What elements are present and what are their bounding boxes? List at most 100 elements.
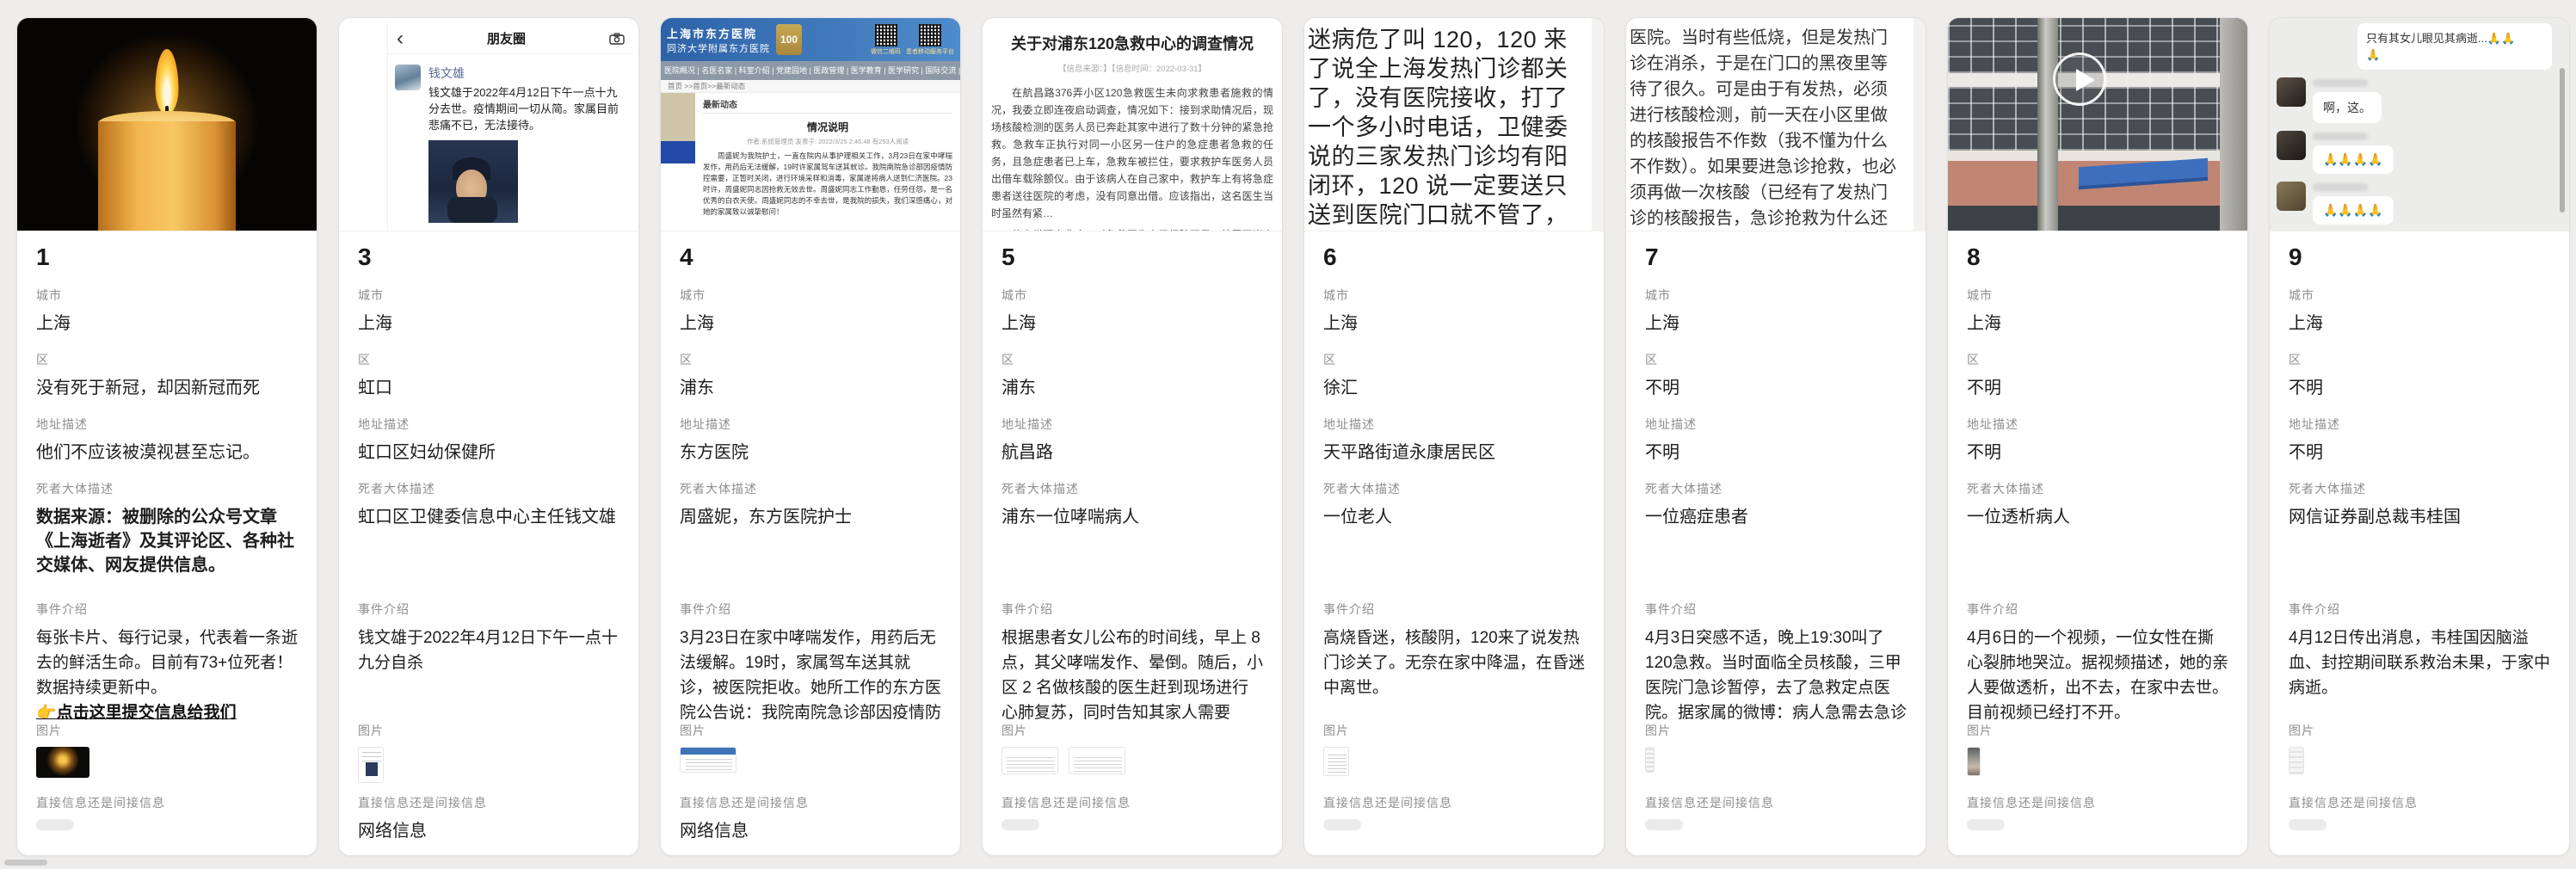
district-value: 虹口 [358,376,619,400]
document-title: 关于对浦东120急救中心的调查情况 [991,32,1273,54]
case-number: 8 [1967,243,2228,271]
city-value: 上海 [1967,311,2228,336]
document-screenshot[interactable]: 关于对浦东120急救中心的调查情况 【信息来源：】【信息时间：2022-03-3… [983,18,1282,231]
district-value: 不明 [2289,376,2550,400]
attachment-thumbnail[interactable] [36,747,89,778]
case-card-7[interactable]: 医院。当时有些低烧，但是发热门诊在消杀，于是在门口的黑夜里等待了很久。可是由于有… [1625,17,1926,856]
case-number: 6 [1323,243,1585,271]
case-card-1[interactable]: 1 城市上海 区没有死于新冠，却因新冠而死 地址描述他们不应该被漠视甚至忘记。 … [16,17,317,856]
field-label-address: 地址描述 [358,416,619,433]
window-frame [2220,18,2247,231]
avatar [2277,182,2306,211]
hospital-site: 上海市东方医院 同济大学附属东方医院 100 微信二维码 患者移动服务平台 医院… [661,18,960,231]
field-label-district: 区 [1645,351,1907,368]
field-label-address: 地址描述 [36,416,298,433]
field-label-city: 城市 [1001,287,1263,304]
field-label-event: 事件介绍 [1967,601,2228,618]
attachment-thumbnail[interactable] [1001,747,1058,774]
event-value: 每张卡片、每行记录，代表着一条逝去的鲜活生命。目前有73+位死者！数据持续更新中… [36,626,298,725]
field-label-deceased: 死者大体描述 [1001,480,1263,497]
empty-value-pill [1967,819,2005,830]
candle-body [98,121,236,231]
city-value: 上海 [1001,311,1263,336]
deceased-value: 一位癌症患者 [1645,505,1907,529]
city-value: 上海 [680,311,941,336]
case-card-3[interactable]: ‹ 朋友圈 钱文雄 钱文雄于2022年4月12日下午一点十九分去世。疫情期间一切… [338,17,639,856]
candle-photo[interactable] [17,18,317,231]
empty-value-pill [1323,819,1361,830]
chat-scrollbar[interactable] [2560,68,2565,213]
district-value: 不明 [1967,376,2228,400]
wechat-chat-screenshot[interactable]: 只有其女儿眼见其病逝...🙏🙏 🙏 啊，这。 🙏🙏🙏🙏 🙏🙏🙏🙏 [2270,18,2569,231]
camera-icon [609,33,625,45]
address-value: 他们不应该被漠视甚至忘记。 [36,441,298,465]
address-value: 不明 [1967,441,2228,465]
text-screenshot[interactable]: 迷病危了叫 120，120 来了说全上海发热门诊都关了，没有医院接收，打了一个多… [1304,18,1604,231]
district-value: 浦东 [680,376,941,400]
field-label-city: 城市 [680,287,941,304]
announcement-body: 周盛妮为我院护士，一直在院内从事护理相关工作，3月23日在家中哮喘发作，用药后无… [703,151,952,218]
play-button-icon[interactable] [2053,52,2106,106]
field-label-address: 地址描述 [1323,416,1585,433]
group-chat: 只有其女儿眼见其病逝...🙏🙏 🙏 啊，这。 🙏🙏🙏🙏 🙏🙏🙏🙏 [2270,18,2569,231]
district-value: 没有死于新冠，却因新冠而死 [36,376,298,400]
attachment-thumbnail[interactable] [1323,747,1349,776]
site-nav: 医院概况 | 名医名家 | 科室介绍 | 党建园地 | 医政管理 | 医学教育 … [661,61,960,80]
section-title: 最新动态 [703,97,952,114]
video-thumbnail[interactable] [1948,18,2247,231]
field-label-direct: 直接信息还是间接信息 [1645,794,1907,811]
avatar [395,65,421,90]
address-value: 东方医院 [680,441,941,465]
field-label-direct: 直接信息还是间接信息 [1323,794,1585,811]
deceased-value: 虹口区卫健委信息中心主任钱文雄 [358,505,619,529]
city-value: 上海 [1645,311,1907,336]
field-label-image: 图片 [1323,722,1585,739]
field-label-city: 城市 [36,287,298,304]
field-label-deceased: 死者大体描述 [358,480,619,497]
attachment-thumbnail[interactable] [2289,747,2304,774]
direct-value: 网络信息 [680,819,941,843]
moments-title: 朋友圈 [487,29,526,47]
hospital-website-screenshot[interactable]: 上海市东方医院 同济大学附属东方医院 100 微信二维码 患者移动服务平台 医院… [661,18,960,231]
wechat-moments-screenshot[interactable]: ‹ 朋友圈 钱文雄 钱文雄于2022年4月12日下午一点十九分去世。疫情期间一切… [339,18,638,231]
field-label-direct: 直接信息还是间接信息 [1001,794,1263,811]
case-card-5[interactable]: 关于对浦东120急救中心的调查情况 【信息来源：】【信息时间：2022-03-3… [982,17,1283,856]
attachment-thumbnail[interactable] [1645,747,1655,773]
attachment-thumbnail[interactable] [1069,747,1125,774]
case-card-4[interactable]: 上海市东方医院 同济大学附属东方医院 100 微信二维码 患者移动服务平台 医院… [660,17,961,856]
field-label-event: 事件介绍 [36,601,298,618]
deceased-value: 一位透析病人 [1967,505,2228,529]
deceased-value: 一位老人 [1323,505,1585,529]
address-value: 虹口区妇幼保健所 [358,441,619,465]
field-label-address: 地址描述 [1967,416,2228,433]
case-number: 5 [1001,243,1263,271]
attachment-thumbnail[interactable] [680,747,736,773]
avatar [2277,77,2306,107]
announcement-title: 情况说明 [703,120,952,134]
submit-info-link[interactable]: 👉点击这里提交信息给我们 [36,704,237,722]
horizontal-scrollbar[interactable] [4,860,47,866]
gallery-board: 1 城市上海 区没有死于新冠，却因新冠而死 地址描述他们不应该被漠视甚至忘记。 … [0,0,2576,856]
text-screenshot[interactable]: 医院。当时有些低烧，但是发热门诊在消杀，于是在门口的黑夜里等待了很久。可是由于有… [1626,18,1926,231]
event-value: 4月6日的一个视频，一位女性在撕心裂肺地哭泣。据视频描述，她的亲人要做透析，出不… [1967,626,2228,725]
city-value: 上海 [36,311,298,336]
moments-frame: ‹ 朋友圈 钱文雄 钱文雄于2022年4月12日下午一点十九分去世。疫情期间一切… [387,23,633,231]
empty-value-pill [1001,819,1039,830]
address-value: 不明 [1645,441,1907,465]
field-label-district: 区 [1967,351,2228,368]
blurred-username [2313,183,2368,191]
field-label-deceased: 死者大体描述 [1967,480,2228,497]
field-label-city: 城市 [1323,287,1585,304]
attachment-thumbnail[interactable] [1967,747,1981,776]
case-card-8[interactable]: 8 城市上海 区不明 地址描述不明 死者大体描述一位透析病人 事件介绍4月6日的… [1947,17,2248,856]
attachment-thumbnail[interactable] [358,747,384,783]
deceased-value: 网信证券副总裁韦桂国 [2289,505,2550,529]
district-value: 不明 [1645,376,1907,400]
field-label-event: 事件介绍 [1645,601,1907,618]
field-label-event: 事件介绍 [2289,601,2550,618]
case-card-9[interactable]: 只有其女儿眼见其病逝...🙏🙏 🙏 啊，这。 🙏🙏🙏🙏 🙏🙏🙏🙏 [2269,17,2570,856]
case-card-6[interactable]: 迷病危了叫 120，120 来了说全上海发热门诊都关了，没有医院接收，打了一个多… [1303,17,1605,856]
field-label-district: 区 [2289,351,2550,368]
back-chevron-icon: ‹ [397,28,404,49]
field-label-direct: 直接信息还是间接信息 [680,794,941,811]
